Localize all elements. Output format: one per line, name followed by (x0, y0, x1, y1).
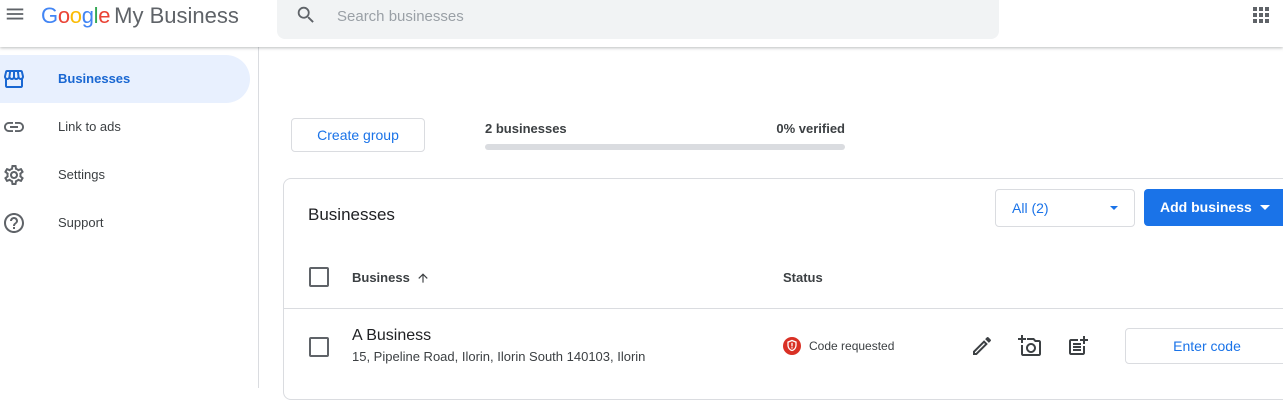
business-count: 2 businesses (485, 121, 567, 136)
sidebar-item-label: Link to ads (58, 119, 121, 134)
businesses-card: Businesses All (2) Add business Business… (283, 178, 1283, 400)
add-post-icon[interactable] (1066, 334, 1090, 358)
sidebar-item-label: Settings (58, 167, 105, 182)
wordmark-letter: o (69, 3, 82, 28)
wordmark-letter: o (57, 3, 70, 28)
column-header-label: Business (352, 270, 410, 285)
filter-value: All (2) (1012, 200, 1049, 216)
select-all-checkbox[interactable] (309, 267, 329, 287)
menu-icon[interactable] (4, 3, 26, 25)
dropdown-arrow-icon (1260, 205, 1270, 210)
card-title: Businesses (308, 205, 395, 224)
search-input[interactable] (335, 3, 939, 29)
arrow-up-icon (418, 272, 428, 283)
row-checkbox[interactable] (309, 337, 329, 357)
column-header-business[interactable]: Business (352, 270, 430, 285)
column-header-status: Status (783, 270, 823, 285)
app-logo[interactable]: Google My Business (41, 2, 239, 30)
search-bar[interactable] (277, 0, 999, 39)
sidebar-item-businesses[interactable]: Businesses (0, 55, 250, 103)
add-business-label: Add business (1160, 199, 1252, 215)
progress-bar (485, 144, 845, 150)
wordmark-letter: g (81, 3, 94, 28)
help-icon (4, 213, 24, 233)
wordmark-letter: G (41, 3, 58, 28)
top-app-bar: Google My Business (0, 0, 1283, 47)
enter-code-button[interactable]: Enter code (1125, 328, 1283, 364)
gear-icon (4, 164, 24, 185)
status-badge: Code requested (783, 337, 894, 355)
search-icon[interactable] (295, 4, 317, 26)
sidebar-item-label: Support (58, 215, 104, 230)
sidebar-item-label: Businesses (58, 71, 131, 86)
wordmark-letter: e (98, 3, 111, 28)
google-wordmark: Google (41, 3, 110, 28)
edit-pencil-icon[interactable] (970, 334, 994, 358)
filter-dropdown[interactable]: All (2) (995, 189, 1135, 227)
verified-percent: 0% verified (776, 121, 845, 136)
link-icon (4, 122, 24, 132)
sidebar-item-link-to-ads[interactable]: Link to ads (0, 103, 250, 151)
add-business-button[interactable]: Add business (1144, 189, 1283, 226)
sidebar-item-support[interactable]: Support (0, 199, 250, 247)
add-photo-icon[interactable] (1018, 334, 1042, 358)
header-divider (284, 308, 1283, 309)
sidebar-item-settings[interactable]: Settings (0, 151, 250, 199)
business-address: 15, Pipeline Road, Ilorin, Ilorin South … (352, 349, 646, 364)
storefront-icon (4, 70, 24, 88)
sidebar: Businesses Link to ads Settings Support (0, 47, 259, 388)
apps-grid-icon[interactable] (1252, 6, 1270, 24)
status-text: Code requested (809, 339, 895, 353)
create-group-button[interactable]: Create group (291, 118, 425, 152)
dropdown-arrow-icon (1110, 206, 1118, 210)
business-name[interactable]: A Business (352, 327, 431, 345)
product-name: My Business (114, 3, 239, 28)
alert-shield-icon (783, 337, 801, 355)
